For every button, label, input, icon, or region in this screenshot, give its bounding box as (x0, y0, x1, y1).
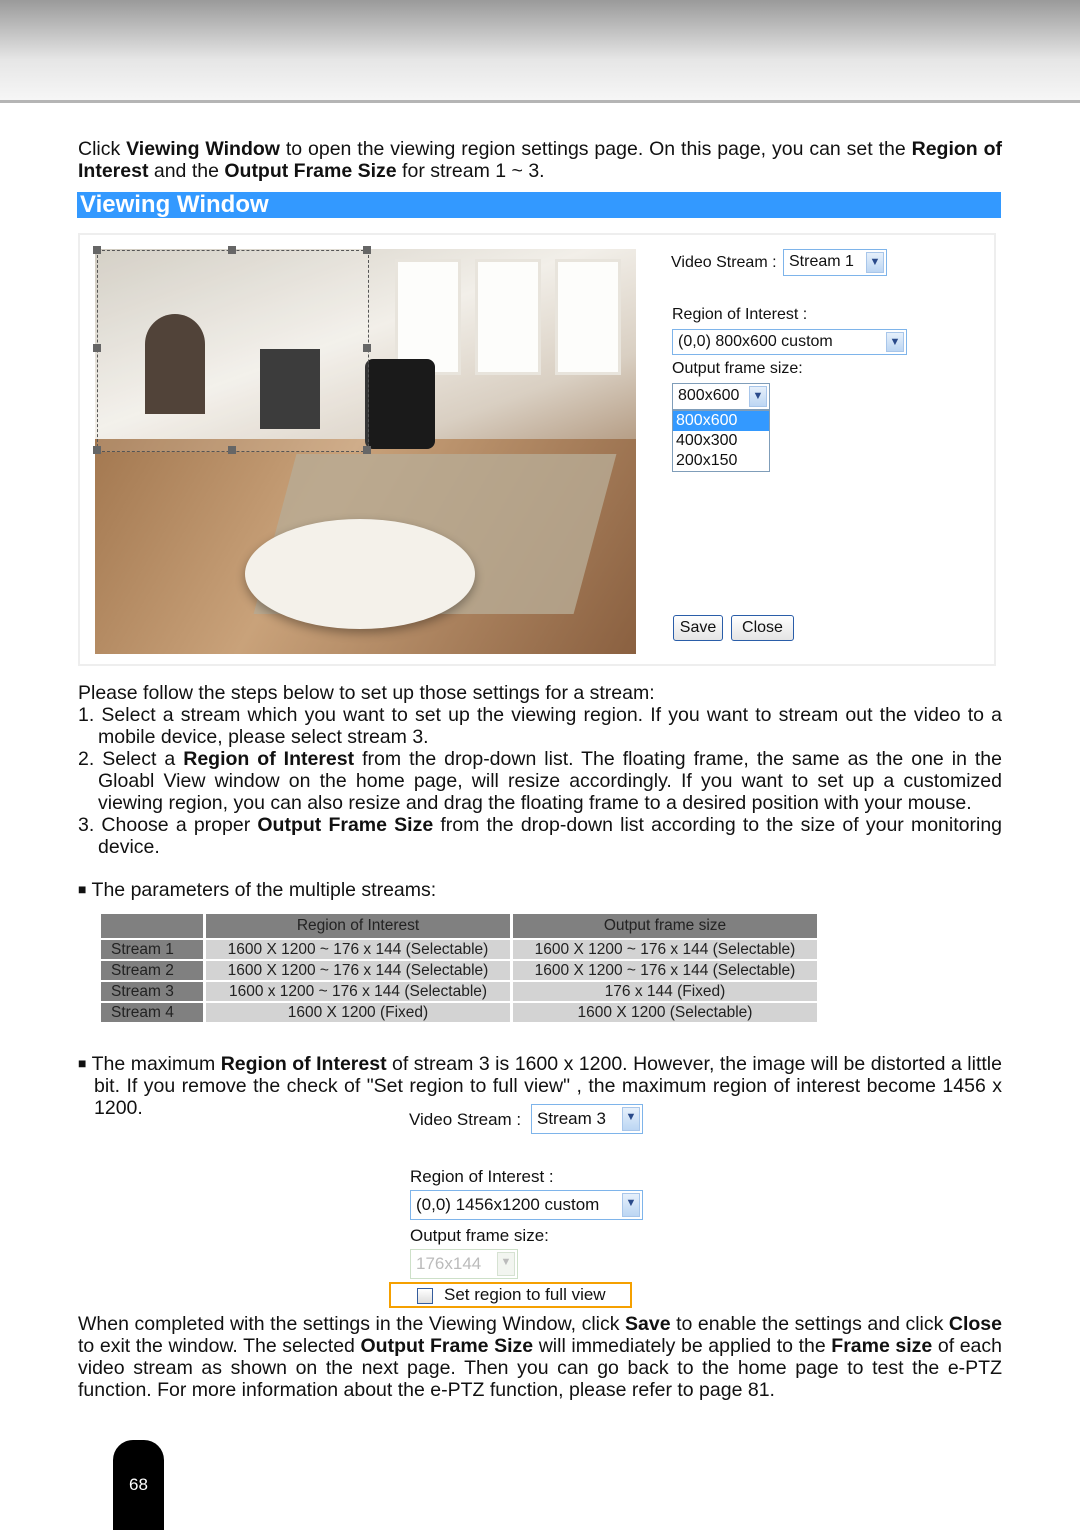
chevron-down-icon: ▼ (866, 252, 884, 273)
text: to exit the window. The selected (78, 1335, 361, 1357)
step-2: 2. Select a Region of Interest from the … (78, 748, 1002, 814)
table-row: Stream 3 1600 x 1200 ~ 176 x 144 (Selecta… (101, 982, 817, 1001)
chevron-down-icon: ▼ (886, 332, 904, 352)
roi-label: Region of Interest : (410, 1167, 554, 1186)
chevron-down-icon: ▼ (622, 1193, 640, 1217)
output-frame-size-options: 800x600 400x300 200x150 (672, 410, 770, 472)
cell: 1600 x 1200 ~ 176 x 144 (Selectable) (206, 982, 510, 1001)
video-stream-label: Video Stream : (409, 1110, 522, 1129)
header-cell: Output frame size (513, 914, 817, 938)
option[interactable]: 400x300 (673, 431, 769, 451)
cell: 1600 X 1200 ~ 176 x 144 (Selectable) (206, 961, 510, 980)
cell: Stream 4 (101, 1003, 203, 1022)
resize-handle[interactable] (363, 446, 371, 454)
text: Output Frame Size (257, 814, 434, 836)
params-heading: ■ The parameters of the multiple streams… (78, 878, 1002, 901)
text: Click (78, 138, 127, 160)
text: Region of Interest (183, 748, 355, 770)
output-frame-size-select[interactable]: 800x600 ▼ (672, 383, 770, 410)
selected-value: Stream 1 (789, 253, 854, 270)
page-number: 68 (113, 1440, 164, 1530)
text: The maximum (91, 1053, 221, 1075)
floating-frame[interactable] (97, 250, 369, 452)
header-cell (101, 914, 203, 938)
chevron-down-icon: ▼ (749, 386, 767, 407)
cell: 176 x 144 (Fixed) (513, 982, 817, 1001)
resize-handle[interactable] (93, 246, 101, 254)
table-row: Stream 1 1600 X 1200 ~ 176 x 144 (Selecta… (101, 940, 817, 959)
text: 2. Select a (78, 748, 184, 770)
cell: 1600 X 1200 ~ 176 x 144 (Selectable) (513, 940, 817, 959)
page-header-bar (0, 0, 1080, 103)
step-1: 1. Select a stream which you want to set… (78, 704, 1002, 748)
roi-select[interactable]: (0,0) 800x600 custom ▼ (672, 329, 907, 355)
steps-intro: Please follow the steps below to set up … (78, 682, 655, 704)
resize-handle[interactable] (93, 344, 101, 352)
intro-paragraph: Click Viewing Window to open the viewing… (78, 138, 1002, 182)
text: When completed with the settings in the … (78, 1313, 626, 1335)
text: Viewing Window (126, 138, 280, 160)
video-stream-label: Video Stream : (671, 254, 777, 271)
cell: 1600 X 1200 ~ 176 x 144 (Selectable) (513, 961, 817, 980)
set-full-view-checkbox-row[interactable]: Set region to full view (389, 1282, 632, 1308)
video-stream-select[interactable]: Stream 3 ▼ (531, 1104, 643, 1134)
text: Save (625, 1313, 671, 1335)
cell: Stream 2 (101, 961, 203, 980)
resize-handle[interactable] (228, 246, 236, 254)
section-title: Viewing Window (77, 192, 1001, 218)
chevron-down-icon: ▼ (622, 1107, 640, 1131)
step-3: 3. Choose a proper Output Frame Size fro… (78, 814, 1002, 858)
option[interactable]: 200x150 (673, 451, 769, 471)
resize-handle[interactable] (93, 446, 101, 454)
text: Output Frame Size (360, 1335, 534, 1357)
closing-paragraph: When completed with the settings in the … (78, 1313, 1002, 1401)
cell: Stream 3 (101, 982, 203, 1001)
resize-handle[interactable] (363, 246, 371, 254)
option[interactable]: 800x600 (673, 411, 769, 431)
text: for stream 1 ~ 3. (396, 160, 545, 182)
output-frame-size-label: Output frame size: (672, 360, 803, 377)
bullet-icon: ■ (78, 881, 87, 897)
cell: 1600 X 1200 (Selectable) (513, 1003, 817, 1022)
text: The parameters of the multiple streams: (91, 879, 437, 901)
selected-value: (0,0) 800x600 custom (678, 333, 833, 350)
selected-value: 800x600 (678, 387, 740, 404)
close-button[interactable]: Close (731, 615, 794, 641)
video-stream-select[interactable]: Stream 1 ▼ (783, 249, 887, 276)
table-row: Stream 4 1600 X 1200 (Fixed) 1600 X 1200 (… (101, 1003, 817, 1022)
table-row: Stream 2 1600 X 1200 ~ 176 x 144 (Selecta… (101, 961, 817, 980)
chevron-down-icon: ▼ (497, 1252, 515, 1276)
cell: 1600 X 1200 ~ 176 x 144 (Selectable) (206, 940, 510, 959)
resize-handle[interactable] (363, 344, 371, 352)
resize-handle[interactable] (228, 446, 236, 454)
text: to open the viewing region settings page… (279, 138, 912, 160)
save-button[interactable]: Save (673, 615, 723, 641)
roi-select[interactable]: (0,0) 1456x1200 custom ▼ (410, 1190, 643, 1220)
text: will immediately be applied to the (533, 1335, 832, 1357)
roi-label: Region of Interest : (672, 306, 808, 323)
text: Output Frame Size (224, 160, 397, 182)
bullet-icon: ■ (78, 1055, 87, 1071)
text: and the (148, 160, 225, 182)
steps: Please follow the steps below to set up … (78, 682, 1002, 858)
checkbox[interactable] (417, 1288, 433, 1304)
checkbox-label: Set region to full view (444, 1285, 606, 1304)
selected-value: (0,0) 1456x1200 custom (416, 1195, 600, 1214)
selected-value: 176x144 (416, 1254, 482, 1273)
text: 3. Choose a proper (78, 814, 258, 836)
output-frame-size-select-disabled: 176x144 ▼ (410, 1249, 518, 1279)
text: Frame size (831, 1335, 933, 1357)
header-cell: Region of Interest (206, 914, 510, 938)
cell: Stream 1 (101, 940, 203, 959)
cell: 1600 X 1200 (Fixed) (206, 1003, 510, 1022)
stream-parameters-table: Region of Interest Output frame size Str… (98, 912, 820, 1024)
table-header-row: Region of Interest Output frame size (101, 914, 817, 938)
selected-value: Stream 3 (537, 1109, 606, 1128)
text: to enable the settings and click (670, 1313, 949, 1335)
text: Region of Interest (220, 1053, 387, 1075)
output-frame-size-label: Output frame size: (410, 1226, 549, 1245)
text: Close (948, 1313, 1002, 1335)
